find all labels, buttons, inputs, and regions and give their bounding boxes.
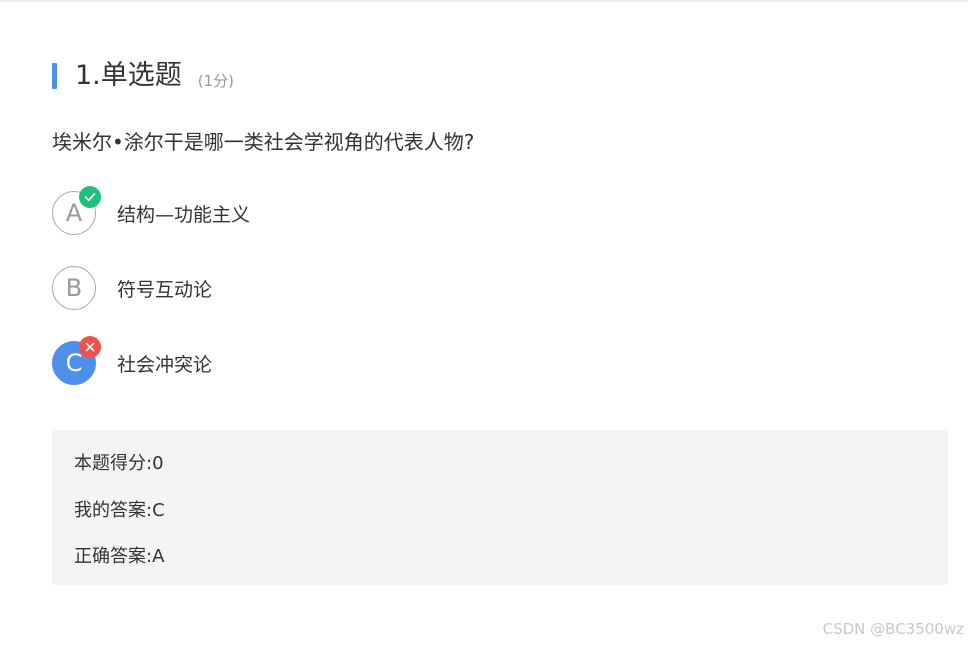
option-a[interactable]: A 结构—功能主义 — [52, 186, 251, 236]
option-c-letter-circle[interactable]: C — [52, 336, 101, 385]
watermark: CSDN @BC3500wz — [822, 620, 964, 638]
question-title: 1.单选题 — [75, 60, 182, 91]
option-a-letter-circle[interactable]: A — [52, 186, 101, 235]
option-c-letter: C — [65, 349, 83, 377]
question-stem: 埃米尔•涂尔干是哪一类社会学视角的代表人物? — [52, 130, 475, 154]
option-b-letter-circle[interactable]: B — [52, 266, 96, 310]
option-b[interactable]: B 符号互动论 — [52, 265, 212, 311]
option-b-letter: B — [65, 274, 83, 302]
option-c[interactable]: C 社会冲突论 — [52, 336, 213, 386]
result-panel: 本题得分:0 我的答案:C 正确答案:A — [52, 430, 948, 585]
score-line: 本题得分:0 — [74, 453, 164, 474]
question-header: 1.单选题 (1分) — [52, 58, 234, 94]
quiz-page: 1.单选题 (1分) 埃米尔•涂尔干是哪一类社会学视角的代表人物? A 结构—功… — [0, 0, 968, 649]
question-score: (1分) — [197, 71, 235, 90]
option-a-text: 结构—功能主义 — [117, 203, 251, 226]
option-a-letter: A — [65, 199, 83, 227]
cross-icon — [79, 336, 101, 358]
my-answer-line: 我的答案:C — [74, 500, 165, 521]
title-accent-bar — [52, 63, 57, 89]
correct-answer-line: 正确答案:A — [74, 546, 165, 567]
check-icon — [79, 186, 101, 208]
option-c-text: 社会冲突论 — [117, 353, 213, 376]
option-b-text: 符号互动论 — [117, 278, 213, 301]
